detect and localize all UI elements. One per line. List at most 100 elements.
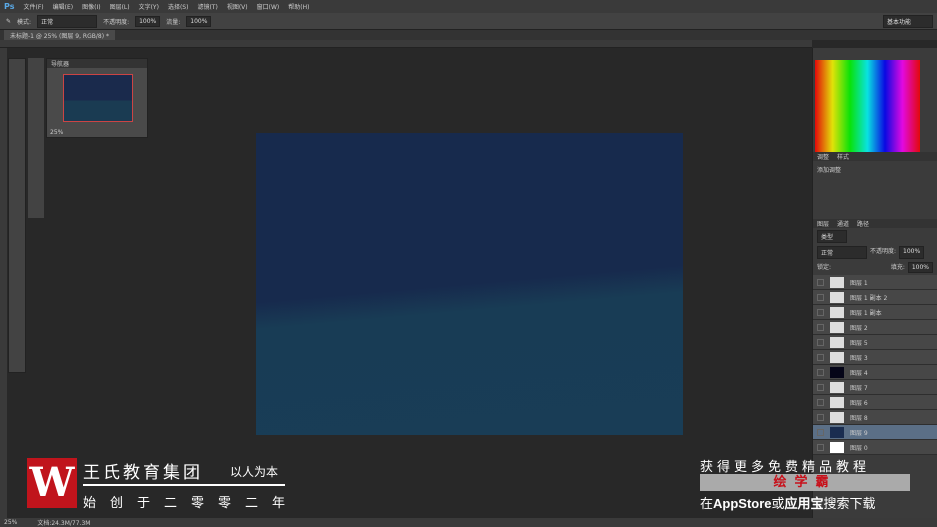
tab-styles[interactable]: 样式 [837,152,849,161]
layer-opacity-label: 不透明度: [870,248,897,255]
visibility-icon[interactable] [817,398,824,406]
layers-tabs: 图层 通道 路径 [813,219,937,228]
menu-item[interactable]: 视图(V) [227,2,248,11]
menu-item[interactable]: 文件(F) [23,2,43,11]
workspace-select[interactable]: 基本功能 [883,14,933,28]
mode-select[interactable]: 正常 [37,14,98,28]
ad-text: 在 [700,497,714,512]
tab-channels[interactable]: 通道 [837,219,849,228]
document-tab[interactable]: 未标题-1 @ 25% (图层 9, RGB/8) * [4,30,115,40]
layer-opacity-field[interactable]: 100% [899,246,925,259]
photoshop-logo: Ps [4,2,15,11]
layer-name: 图层 7 [850,384,868,392]
tab-adjustments[interactable]: 调整 [817,152,829,161]
menu-item[interactable]: 滤镜(T) [197,2,217,11]
navigator-thumbnail[interactable] [63,74,133,122]
layer-name: 图层 1 副本 2 [850,294,888,302]
vertical-ruler [0,48,7,518]
layer-row[interactable]: 图层 8 [813,410,937,425]
mode-label: 模式: [17,18,32,26]
visibility-icon[interactable] [817,278,824,286]
visibility-icon[interactable] [817,368,824,376]
menu-bar: Ps 文件(F) 编辑(E) 图像(I) 图层(L) 文字(Y) 选择(S) 滤镜(T) 视图… [0,0,937,13]
layer-row[interactable]: 图层 4 [813,365,937,380]
brand-logo: W [27,458,77,508]
layer-row[interactable]: 图层 0 [813,440,937,455]
visibility-icon[interactable] [817,323,824,331]
flow-label: 流量: [166,18,181,26]
blend-mode-select[interactable]: 正常 [817,246,867,259]
ad-text: 或 [771,497,785,512]
layer-thumbnail [830,366,844,378]
opacity-label: 不透明度: [103,18,130,26]
visibility-icon[interactable] [817,338,824,346]
document-canvas[interactable] [256,133,683,435]
fill-label: 填充: [890,264,905,271]
brand-name: 王氏教育集团 [83,463,203,483]
lock-label: 锁定: [817,264,832,271]
brand-slogan: 以人为本 [230,465,279,479]
opacity-field[interactable]: 100% [135,15,161,27]
fill-field[interactable]: 100% [907,262,933,273]
layer-name: 图层 0 [850,444,868,452]
ad-app-name: 绘学霸 [700,474,910,491]
layer-thumbnail [830,291,844,303]
navigator-header: 导航器 [47,59,147,68]
menu-item[interactable]: 图层(L) [110,2,130,11]
ad-text: 搜索下载 [823,497,876,512]
layer-row[interactable]: 图层 6 [813,395,937,410]
layer-row[interactable]: 图层 9 [813,425,937,440]
brand-founded: 始创于二零零二年 [83,496,300,511]
options-bar: ✎ 模式: 正常 不透明度: 100% 流量: 100% 基本功能 [0,13,937,30]
divider [83,484,285,486]
layer-thumbnail [830,276,844,288]
layer-name: 图层 8 [850,414,868,422]
status-zoom[interactable]: 25% [4,519,17,526]
layer-row[interactable]: 图层 2 [813,320,937,335]
menu-item[interactable]: 图像(I) [82,2,100,11]
visibility-icon[interactable] [817,428,824,436]
status-bar: 25% 文档:24.3M/77.3M [0,518,937,527]
menu-item[interactable]: 帮助(H) [288,2,309,11]
layer-row[interactable]: 图层 3 [813,350,937,365]
layer-thumbnail [830,441,844,453]
visibility-icon[interactable] [817,293,824,301]
menu-item[interactable]: 窗口(W) [257,2,280,11]
menu-item[interactable]: 选择(S) [168,2,189,11]
adjustments-body: 添加调整 [813,161,937,219]
layer-name: 图层 9 [850,429,868,437]
adjustments-title: 添加调整 [817,167,842,174]
layer-thumbnail [830,426,844,438]
layer-row[interactable]: 图层 1 副本 [813,305,937,320]
menu-item[interactable]: 文字(Y) [139,2,159,11]
menu-item[interactable]: 编辑(E) [53,2,73,11]
tab-paths[interactable]: 路径 [857,219,869,228]
tab-bar [0,30,937,40]
visibility-icon[interactable] [817,443,824,451]
flow-field[interactable]: 100% [186,15,212,27]
visibility-icon[interactable] [817,383,824,391]
tab-layers[interactable]: 图层 [817,219,829,228]
color-swatches[interactable] [815,60,920,152]
brush-tool-icon[interactable]: ✎ [6,18,11,25]
layer-name: 图层 1 副本 [850,309,882,317]
navigator-panel: 导航器 25% [46,58,148,138]
document-size: 文档:24.3M/77.3M [37,520,91,527]
layer-filter[interactable]: 类型 [817,230,847,243]
navigator-zoom[interactable]: 25% [50,129,63,136]
layer-name: 图层 1 [850,279,868,287]
visibility-icon[interactable] [817,413,824,421]
layer-thumbnail [830,306,844,318]
layer-row[interactable]: 图层 1 [813,275,937,290]
layer-row[interactable]: 图层 1 副本 2 [813,290,937,305]
adjustments-tabs: 调整 样式 [813,152,937,161]
layer-thumbnail [830,381,844,393]
layer-row[interactable]: 图层 7 [813,380,937,395]
ad-yingyongbao: 应用宝 [784,496,824,511]
layer-row[interactable]: 图层 5 [813,335,937,350]
collapsed-panels[interactable] [28,58,44,218]
layer-thumbnail [830,411,844,423]
layer-list: 图层 1 图层 1 副本 2 图层 1 副本图层 2 图层 5 图层 3 图层 4 图层 7… [813,275,937,455]
visibility-icon[interactable] [817,308,824,316]
visibility-icon[interactable] [817,353,824,361]
